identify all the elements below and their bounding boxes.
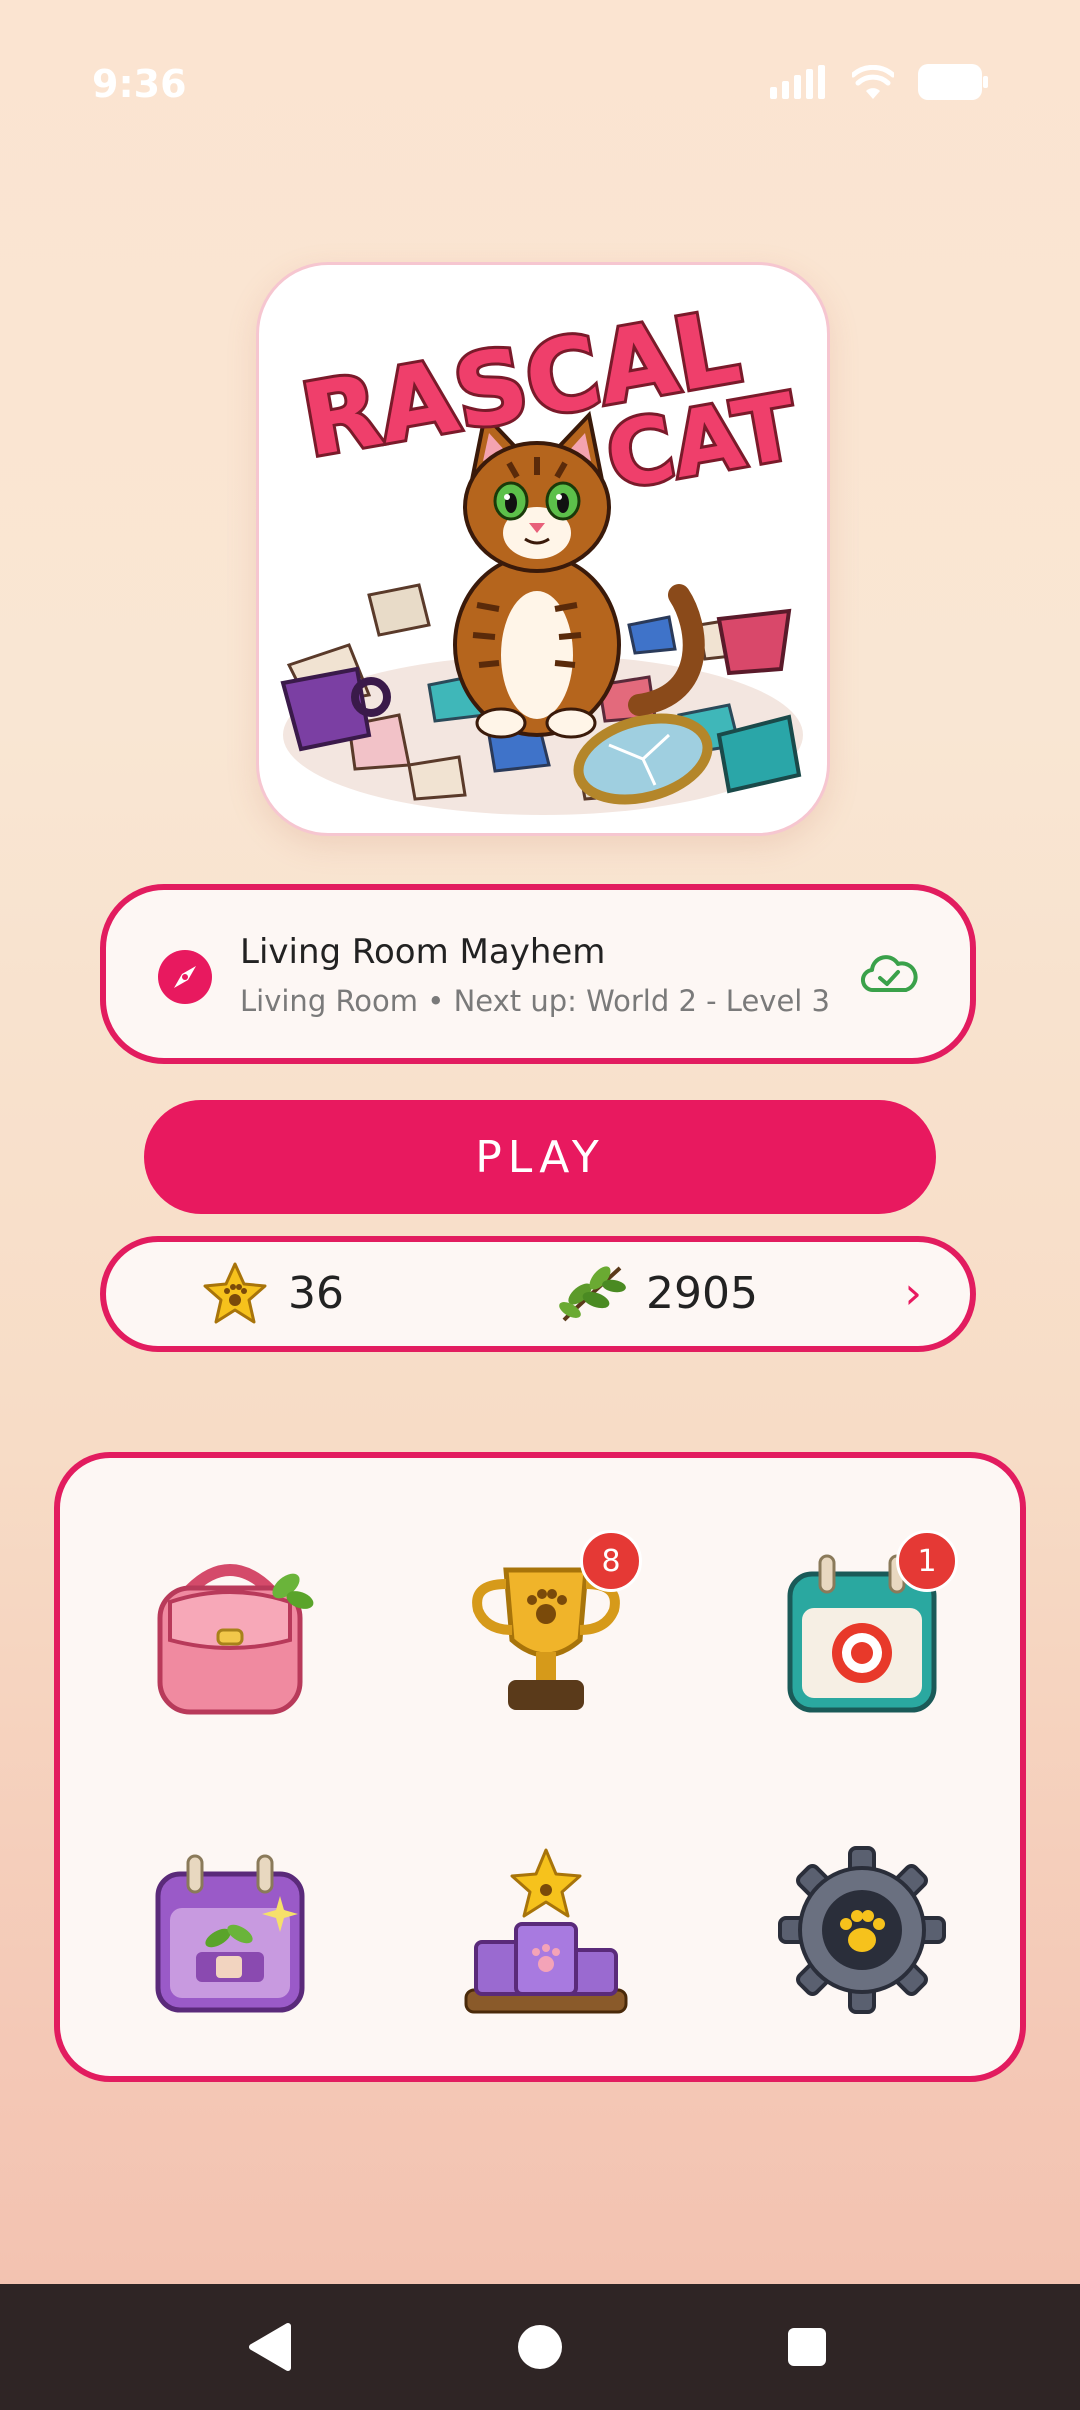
recents-square-icon bbox=[788, 2328, 826, 2366]
podium-icon bbox=[464, 1848, 628, 2014]
cloud-check-icon bbox=[861, 955, 918, 993]
world-subtitle: Living Room • Next up: World 2 - Level 3 bbox=[240, 984, 831, 1018]
back-triangle-icon bbox=[249, 2323, 291, 2371]
stars-counter: 36 bbox=[202, 1260, 344, 1326]
status-time: 9:36 bbox=[92, 62, 187, 106]
system-nav-bar bbox=[0, 2284, 1080, 2410]
leaderboard-button[interactable] bbox=[446, 1830, 646, 2030]
play-button[interactable]: PLAY bbox=[144, 1100, 936, 1214]
backpack-icon bbox=[157, 1564, 314, 1715]
catnip-value: 2905 bbox=[646, 1267, 758, 1319]
wifi-icon bbox=[852, 65, 894, 99]
game-logo: RASCAL CAT bbox=[256, 262, 830, 836]
status-icons bbox=[770, 64, 988, 100]
home-circle-icon bbox=[518, 2325, 562, 2369]
daily-calendar-badge: 1 bbox=[896, 1530, 958, 1592]
settings-button[interactable] bbox=[762, 1830, 962, 2030]
chevron-right-icon: › bbox=[904, 1268, 922, 1319]
rascal-cat-illustration: RASCAL CAT bbox=[280, 285, 807, 815]
plant-calendar-icon bbox=[155, 1854, 305, 2013]
home-button[interactable] bbox=[507, 2314, 573, 2380]
battery-icon bbox=[918, 64, 988, 100]
garden-calendar-button[interactable] bbox=[130, 1830, 330, 2030]
menu-panel: 8 1 bbox=[54, 1452, 1026, 2082]
back-button[interactable] bbox=[238, 2314, 304, 2380]
status-bar: 9:36 bbox=[0, 0, 1080, 170]
trophy-button[interactable]: 8 bbox=[446, 1530, 646, 1730]
paw-star-icon bbox=[203, 1262, 267, 1324]
trophy-badge: 8 bbox=[580, 1530, 642, 1592]
signal-icon bbox=[770, 65, 825, 99]
settings-gear-icon bbox=[778, 1846, 946, 2014]
stars-value: 36 bbox=[288, 1267, 344, 1319]
compass-icon bbox=[158, 950, 212, 1004]
catnip-counter: 2905 bbox=[556, 1260, 758, 1326]
currency-bar[interactable]: 36 2905 › bbox=[100, 1236, 976, 1352]
world-title: Living Room Mayhem bbox=[240, 932, 606, 972]
pink-cup bbox=[716, 608, 792, 676]
current-world-card[interactable]: Living Room Mayhem Living Room • Next up… bbox=[100, 884, 976, 1064]
daily-calendar-button[interactable]: 1 bbox=[762, 1530, 962, 1730]
recents-button[interactable] bbox=[774, 2314, 840, 2380]
backpack-button[interactable] bbox=[130, 1530, 330, 1730]
catnip-leaf-icon bbox=[559, 1266, 626, 1322]
